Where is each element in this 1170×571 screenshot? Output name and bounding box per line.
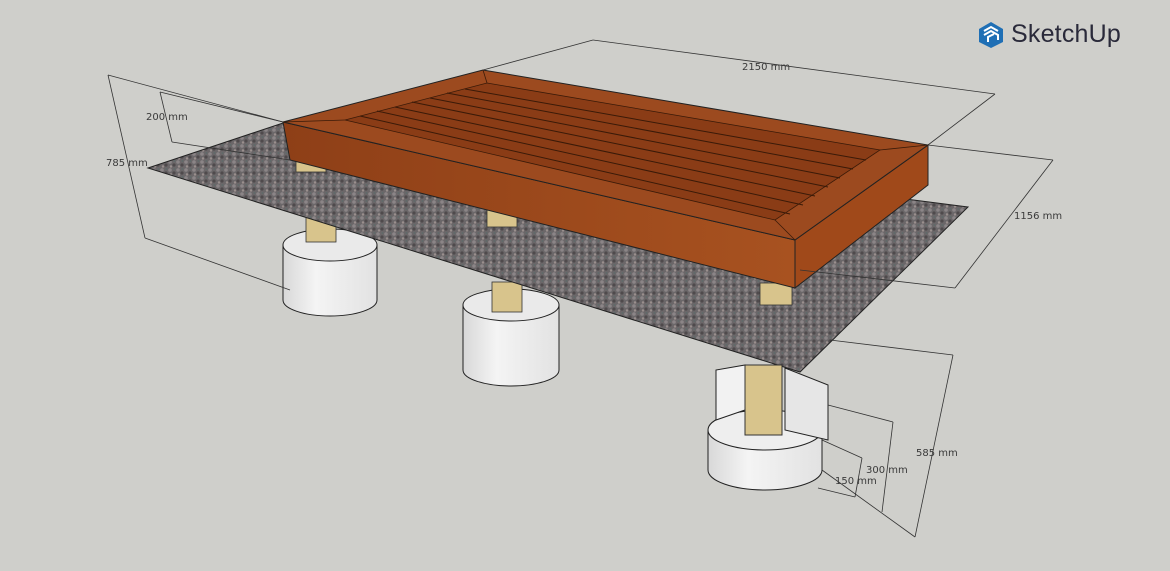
dim-deck-height: 200 mm bbox=[146, 112, 188, 123]
sketchup-logo: SketchUp bbox=[977, 20, 1121, 49]
sketchup-logo-icon bbox=[979, 21, 1003, 48]
dim-width: 1156 mm bbox=[1014, 211, 1062, 222]
dim-footing-upper: 300 mm bbox=[866, 465, 908, 476]
dim-total-height: 785 mm bbox=[106, 158, 148, 169]
sketchup-logo-text: SketchUp bbox=[1011, 20, 1121, 48]
footing-front-section bbox=[707, 364, 829, 491]
footing-middle bbox=[462, 281, 560, 387]
model-viewport[interactable]: 2150 mm 1156 mm 785 mm 200 mm 585 mm 300… bbox=[0, 0, 1170, 571]
post bbox=[744, 364, 783, 436]
dim-footing-height: 585 mm bbox=[916, 448, 958, 459]
dim-footing-lower: 150 mm bbox=[835, 476, 877, 487]
post bbox=[491, 281, 523, 313]
deck-model-scene: 2150 mm 1156 mm 785 mm 200 mm 585 mm 300… bbox=[106, 39, 1062, 538]
dim-length: 2150 mm bbox=[742, 62, 790, 73]
